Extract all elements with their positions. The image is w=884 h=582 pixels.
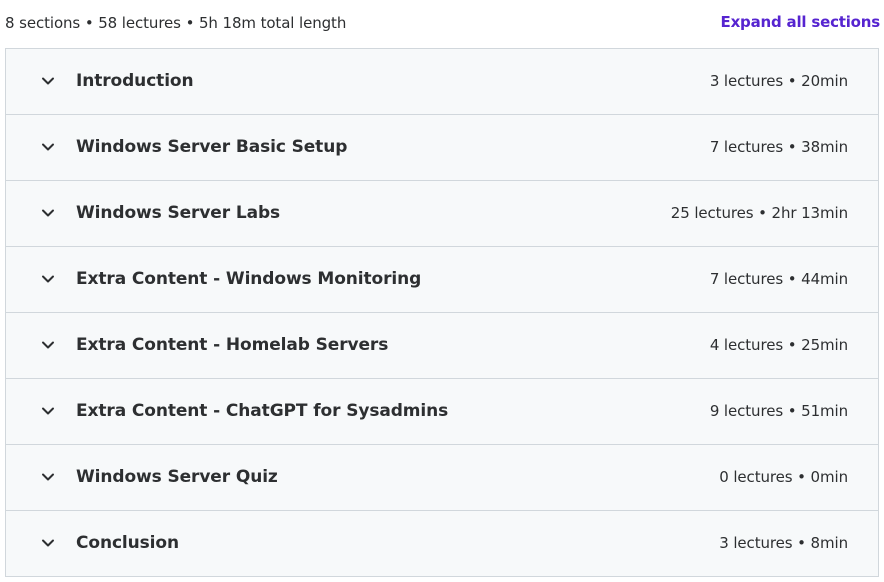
section-title: Introduction (76, 71, 194, 91)
chevron-down-icon (40, 75, 56, 87)
section-title: Windows Server Basic Setup (76, 137, 348, 157)
chevron-down-icon (40, 339, 56, 351)
chevron-down-icon (40, 207, 56, 219)
section-title: Windows Server Quiz (76, 467, 278, 487)
chevron-down-icon (40, 537, 56, 549)
section-title: Extra Content - Homelab Servers (76, 335, 389, 355)
section-title: Conclusion (76, 533, 179, 553)
section-row-windows-server-labs[interactable]: Windows Server Labs 25 lectures • 2hr 13… (6, 181, 878, 247)
section-meta: 9 lectures • 51min (709, 402, 848, 420)
section-row-conclusion[interactable]: Conclusion 3 lectures • 8min (6, 511, 878, 576)
section-row-windows-server-basic-setup[interactable]: Windows Server Basic Setup 7 lectures • … (6, 115, 878, 181)
chevron-down-icon (40, 141, 56, 153)
curriculum-summary: 8 sections • 58 lectures • 5h 18m total … (5, 14, 347, 32)
section-row-homelab-servers[interactable]: Extra Content - Homelab Servers 4 lectur… (6, 313, 878, 379)
section-meta: 0 lectures • 0min (719, 468, 848, 486)
section-list: Introduction 3 lectures • 20min Windows … (5, 48, 879, 577)
chevron-down-icon (40, 405, 56, 417)
section-title: Windows Server Labs (76, 203, 281, 223)
chevron-down-icon (40, 471, 56, 483)
section-meta: 3 lectures • 8min (719, 534, 848, 552)
curriculum-summary-bar: 8 sections • 58 lectures • 5h 18m total … (0, 0, 884, 48)
section-row-windows-monitoring[interactable]: Extra Content - Windows Monitoring 7 lec… (6, 247, 878, 313)
section-title: Extra Content - Windows Monitoring (76, 269, 422, 289)
section-meta: 4 lectures • 25min (709, 336, 848, 354)
section-row-chatgpt-for-sysadmins[interactable]: Extra Content - ChatGPT for Sysadmins 9 … (6, 379, 878, 445)
section-title: Extra Content - ChatGPT for Sysadmins (76, 401, 449, 421)
expand-all-sections-button[interactable]: Expand all sections (721, 12, 881, 32)
section-meta: 25 lectures • 2hr 13min (670, 204, 848, 222)
course-curriculum: 8 sections • 58 lectures • 5h 18m total … (0, 0, 884, 582)
chevron-down-icon (40, 273, 56, 285)
section-meta: 7 lectures • 44min (709, 270, 848, 288)
section-row-introduction[interactable]: Introduction 3 lectures • 20min (6, 49, 878, 115)
section-meta: 7 lectures • 38min (709, 138, 848, 156)
section-meta: 3 lectures • 20min (709, 72, 848, 90)
section-row-windows-server-quiz[interactable]: Windows Server Quiz 0 lectures • 0min (6, 445, 878, 511)
